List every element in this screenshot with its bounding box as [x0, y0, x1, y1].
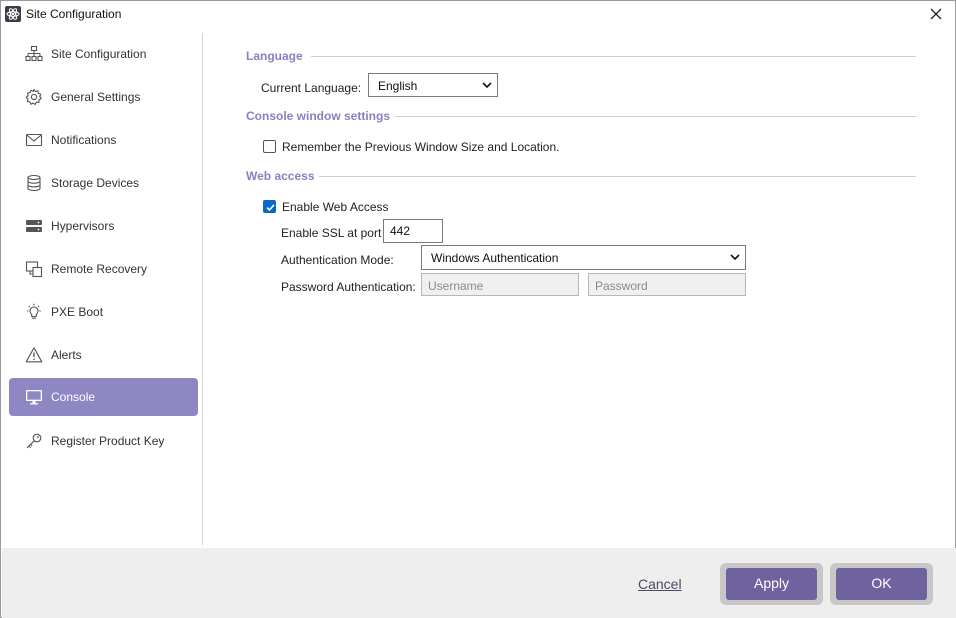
chevron-down-icon	[482, 82, 492, 89]
sidebar-item-general-settings[interactable]: General Settings	[9, 78, 198, 115]
username-input[interactable]: Username	[421, 273, 579, 296]
sidebar-item-console[interactable]: Console	[9, 378, 198, 416]
ok-button-label: OK	[871, 575, 892, 591]
sidebar-item-hypervisors[interactable]: Hypervisors	[9, 207, 198, 244]
sidebar-item-label: Console	[51, 390, 96, 404]
sidebar-item-label: Alerts	[51, 348, 82, 362]
sitemap-icon	[25, 45, 43, 62]
ok-button[interactable]: OK	[830, 563, 933, 605]
section-divider	[395, 116, 916, 117]
language-select[interactable]: English	[368, 73, 498, 97]
dialog-footer: Cancel Apply OK	[2, 548, 956, 618]
remember-window-label: Remember the Previous Window Size and Lo…	[282, 140, 560, 154]
sidebar-item-notifications[interactable]: Notifications	[9, 121, 198, 158]
username-placeholder: Username	[428, 279, 484, 293]
warning-icon	[25, 347, 43, 363]
sidebar-item-label: Notifications	[51, 133, 117, 147]
ssl-port-value: 442	[390, 224, 411, 238]
password-input[interactable]: Password	[588, 273, 746, 296]
password-placeholder: Password	[595, 279, 648, 293]
language-section-title: Language	[246, 49, 303, 63]
sidebar-item-remote-recovery[interactable]: Remote Recovery	[9, 250, 198, 287]
enable-web-access-label: Enable Web Access	[282, 200, 389, 214]
section-divider	[311, 56, 916, 57]
ssl-port-input[interactable]: 442	[383, 219, 443, 243]
console-window-section-title: Console window settings	[246, 109, 391, 123]
sidebar-item-alerts[interactable]: Alerts	[9, 336, 198, 373]
authentication-mode-value: Windows Authentication	[431, 251, 559, 265]
sidebar-item-register-product-key[interactable]: Register Product Key	[9, 422, 198, 459]
web-access-section-title: Web access	[246, 169, 315, 183]
atom-icon	[5, 6, 21, 22]
section-divider	[319, 176, 916, 177]
sidebar-item-label: Site Configuration	[51, 47, 147, 61]
remember-window-checkbox[interactable]	[263, 140, 276, 153]
enable-web-access-checkbox[interactable]	[263, 200, 276, 213]
key-icon	[26, 433, 42, 449]
sidebar-item-label: Storage Devices	[51, 176, 140, 190]
sidebar-item-label: Hypervisors	[51, 219, 115, 233]
ssl-port-label: Enable SSL at port	[281, 226, 382, 240]
sidebar: Site Configuration General Settings Noti…	[1, 33, 203, 545]
envelope-icon	[25, 133, 43, 147]
monitor-icon	[26, 390, 42, 405]
current-language-label: Current Language:	[261, 81, 362, 95]
apply-button-label: Apply	[753, 575, 790, 591]
lightbulb-icon	[27, 303, 41, 319]
sidebar-item-site-configuration[interactable]: Site Configuration	[9, 35, 198, 72]
password-authentication-label: Password Authentication:	[281, 280, 416, 294]
sidebar-item-storage-devices[interactable]: Storage Devices	[9, 164, 198, 201]
close-icon	[930, 8, 942, 20]
sidebar-item-label: PXE Boot	[51, 305, 104, 319]
database-icon	[27, 174, 41, 192]
sidebar-item-label: Register Product Key	[51, 434, 165, 448]
sidebar-item-label: General Settings	[51, 90, 141, 104]
server-icon	[26, 220, 42, 232]
sidebar-item-label: Remote Recovery	[51, 262, 148, 276]
close-button[interactable]	[921, 3, 951, 25]
sidebar-item-pxe-boot[interactable]: PXE Boot	[9, 293, 198, 330]
apply-button[interactable]: Apply	[720, 563, 823, 605]
language-select-value: English	[378, 79, 418, 93]
site-configuration-dialog: Site Configuration Site Configuration Ge…	[0, 0, 956, 618]
authentication-mode-label: Authentication Mode:	[281, 253, 394, 267]
gear-icon	[25, 88, 42, 105]
checkmark-icon	[266, 204, 275, 212]
window-title: Site Configuration	[26, 7, 122, 21]
cancel-button[interactable]: Cancel	[638, 576, 682, 592]
title-bar: Site Configuration	[1, 1, 955, 27]
remote-recovery-icon	[25, 261, 43, 278]
authentication-mode-select[interactable]: Windows Authentication	[421, 245, 746, 270]
chevron-down-icon	[730, 254, 740, 261]
